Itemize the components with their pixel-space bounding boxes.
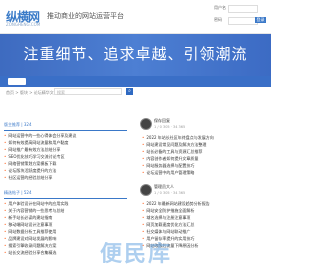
list-item[interactable]: • 移动端网站设计注意事项 — [4, 222, 129, 228]
header: 纵横网 ZONGHENG.COM 推动商业的网站运营平台 用户名 密码 登录 — [0, 0, 271, 34]
list-item[interactable]: • 域名选择与注册注意事项 — [142, 215, 267, 221]
search-input[interactable]: 搜索 — [54, 88, 122, 95]
password-label: 密码 — [214, 17, 222, 22]
login-button[interactable]: 登录 — [255, 17, 266, 23]
list-item[interactable]: • 网页加载速度优化方法汇总 — [142, 222, 267, 228]
list-item[interactable]: • 网站推广最有效方法总结分享 — [4, 147, 129, 153]
list-item[interactable]: • 关于内容营销的一些思考与总结 — [4, 208, 129, 214]
password-row: 密码 — [214, 17, 258, 25]
user-meta: 1 / 0 305 · 34 365 — [154, 125, 186, 129]
section-title: 精选帖子 | 524 — [4, 190, 127, 199]
list-item[interactable]: • 用户体验设计在网站中的应用实践 — [4, 201, 129, 207]
username-input[interactable] — [228, 5, 258, 13]
username-label: 用户名 — [214, 5, 226, 10]
list-item[interactable]: • 论坛版块活跃度提升的方法 — [4, 168, 129, 174]
list-item[interactable]: • 站长必备的工具与资源汇总推荐 — [142, 149, 267, 155]
list-item[interactable]: • 社区运营的经验总结分享 — [4, 175, 129, 181]
site-logo-sub: ZONGHENG.COM — [6, 22, 41, 27]
username-row: 用户名 — [214, 5, 258, 13]
list-item[interactable]: • 2022 年最新网站建设趋势分析报告 — [142, 201, 267, 207]
banner-title: 注重细节、追求卓越、引领潮流 — [23, 45, 248, 63]
list-item[interactable]: • 网站建设常见问题及解决方法整理 — [142, 142, 267, 148]
site-slogan: 推动商业的网站运营平台 — [47, 12, 124, 20]
list-item[interactable]: • 网络营销策划方案模板下载 — [4, 161, 129, 167]
main-nav — [0, 76, 271, 87]
list-item[interactable]: • 网站服务器选择与配置技巧 — [142, 163, 267, 169]
user-meta: 1 / 0 305 · 34 365 — [154, 191, 186, 195]
list-item[interactable]: • 2022 年站长社区年终盘点与发展方向 — [142, 135, 267, 141]
user-name[interactable]: 管理员大人 — [154, 184, 174, 190]
hero-banner: 注重细节、追求卓越、引领潮流 — [0, 34, 271, 76]
list-item[interactable]: • 新手站长必读的建站指南 — [4, 215, 129, 221]
avatar[interactable] — [140, 184, 152, 196]
list-item[interactable]: • 如何有效提高网站流量和用户黏度 — [4, 140, 129, 146]
list-item[interactable]: • 论坛运营中的用户管理策略 — [142, 170, 267, 176]
password-input[interactable] — [228, 17, 258, 25]
section-title: 版主推荐 | 324 — [4, 122, 127, 131]
list-item[interactable]: • SEO优化技巧学习交流讨论专区 — [4, 154, 129, 160]
search-icon[interactable]: ⌕ — [126, 88, 133, 95]
list-item[interactable]: • 内容创作者如何提升文章质量 — [142, 156, 267, 162]
watermark-logo: 便民库 — [100, 242, 173, 267]
nav-home[interactable] — [8, 78, 26, 85]
list-item[interactable]: • 网站安全防护措施全面解析 — [142, 208, 267, 214]
avatar[interactable] — [140, 118, 152, 130]
list-item[interactable]: • 社交媒体与网站联动推广 — [142, 229, 267, 235]
user-name[interactable]: 保存回复 — [154, 118, 170, 124]
list-item[interactable]: • 网站数据分析工具推荐使用 — [4, 229, 129, 235]
list-item[interactable]: • 网站运营中的一些心得体会分享及建议 — [4, 133, 129, 139]
